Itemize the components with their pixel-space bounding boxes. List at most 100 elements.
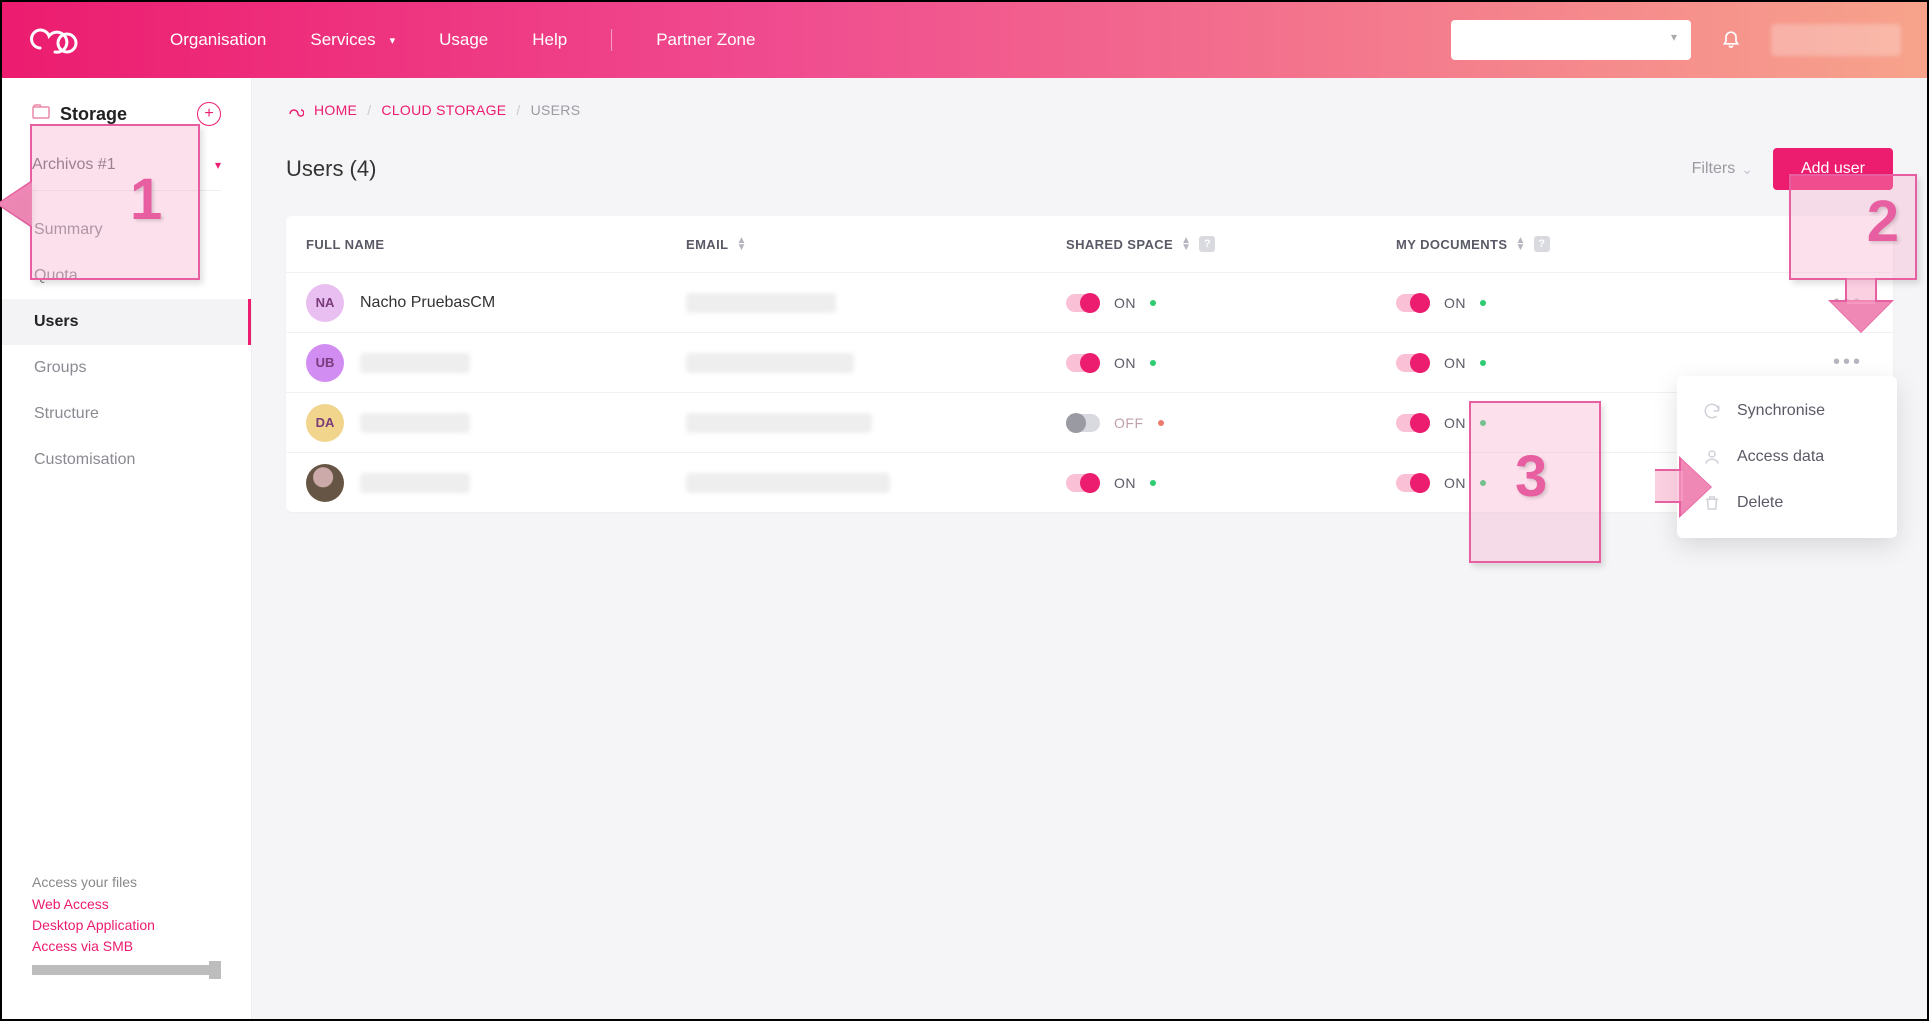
status-dot: [1158, 420, 1164, 426]
toggle-label: ON: [1444, 475, 1466, 491]
email-redacted: [686, 353, 854, 373]
sort-icon: ▲▼: [1181, 237, 1191, 251]
shared-space-toggle[interactable]: ON: [1066, 294, 1396, 312]
annotation-number: 2: [1867, 188, 1899, 255]
sidebar-item-structure[interactable]: Structure: [2, 391, 251, 437]
sort-icon: ▲▼: [1515, 237, 1525, 251]
col-label: MY DOCUMENTS: [1396, 237, 1507, 252]
sidebar-item-users[interactable]: Users: [2, 299, 251, 345]
main-content: HOME / CLOUD STORAGE / USERS Users (4) F…: [252, 78, 1927, 1019]
breadcrumb-home[interactable]: HOME: [314, 102, 357, 118]
user-name-redacted: [360, 413, 470, 433]
col-label: FULL NAME: [306, 237, 384, 252]
toggle-switch[interactable]: [1066, 294, 1100, 312]
toggle-switch[interactable]: [1066, 414, 1100, 432]
link-web-access[interactable]: Web Access: [32, 894, 221, 915]
sidebar-item-customisation[interactable]: Customisation: [2, 437, 251, 483]
annotation-number: 1: [130, 166, 162, 233]
nav-help[interactable]: Help: [532, 30, 567, 50]
annotation-2: 2: [1789, 174, 1917, 280]
status-dot: [1150, 480, 1156, 486]
my-documents-toggle[interactable]: ON: [1396, 354, 1726, 372]
my-documents-toggle[interactable]: ON: [1396, 294, 1726, 312]
shared-space-toggle[interactable]: OFF: [1066, 414, 1396, 432]
status-dot: [1150, 360, 1156, 366]
status-strip: [32, 965, 221, 975]
help-icon[interactable]: ?: [1199, 236, 1215, 252]
org-selector[interactable]: [1451, 20, 1691, 60]
sidebar-footer: Access your files Web Access Desktop App…: [2, 874, 251, 995]
toggle-switch[interactable]: [1396, 414, 1430, 432]
col-label: EMAIL: [686, 237, 728, 252]
col-label: SHARED SPACE: [1066, 237, 1173, 252]
users-table: FULL NAME EMAIL ▲▼ SHARED SPACE ▲▼? MY DOC…: [286, 216, 1893, 512]
shared-space-toggle[interactable]: ON: [1066, 474, 1396, 492]
sort-icon: ▲▼: [736, 237, 746, 251]
bell-icon[interactable]: [1721, 28, 1741, 53]
topbar: Organisation Services Usage Help Partner…: [2, 2, 1927, 78]
footer-header: Access your files: [32, 874, 221, 890]
row-actions-button[interactable]: •••: [1833, 351, 1873, 374]
avatar: DA: [306, 404, 344, 442]
table-row: DA OFF ON •••: [286, 392, 1893, 452]
email-redacted: [686, 473, 890, 493]
table-row: NA Nacho PruebasCM ON ON •••: [286, 272, 1893, 332]
link-smb[interactable]: Access via SMB: [32, 936, 221, 957]
shared-space-toggle[interactable]: ON: [1066, 354, 1396, 372]
user-menu[interactable]: [1771, 24, 1901, 56]
nav-organisation[interactable]: Organisation: [170, 30, 266, 50]
table-header: FULL NAME EMAIL ▲▼ SHARED SPACE ▲▼? MY DOC…: [286, 216, 1893, 272]
home-icon: [286, 102, 304, 118]
nav-partner-zone[interactable]: Partner Zone: [656, 30, 755, 50]
toggle-label: ON: [1114, 475, 1136, 491]
filters-button[interactable]: Filters: [1692, 160, 1753, 178]
status-dot: [1480, 300, 1486, 306]
page-title: Users (4): [286, 156, 376, 182]
logo: [28, 25, 80, 55]
annotation-1: 1: [30, 124, 200, 280]
table-row: UB ON ON •••: [286, 332, 1893, 392]
breadcrumb: HOME / CLOUD STORAGE / USERS: [286, 102, 1893, 118]
nav-services[interactable]: Services: [310, 30, 395, 50]
menu-label: Access data: [1737, 448, 1824, 466]
toggle-label: ON: [1114, 295, 1136, 311]
help-icon[interactable]: ?: [1534, 236, 1550, 252]
breadcrumb-sep: /: [367, 102, 371, 118]
top-nav: Organisation Services Usage Help Partner…: [170, 29, 755, 51]
sidebar-title: Storage: [60, 104, 127, 125]
col-my-documents[interactable]: MY DOCUMENTS ▲▼?: [1396, 236, 1726, 252]
sync-icon: [1703, 402, 1721, 420]
toggle-switch[interactable]: [1396, 354, 1430, 372]
storage-icon: [32, 104, 50, 125]
email-redacted: [686, 293, 836, 313]
breadcrumb-cloud-storage[interactable]: CLOUD STORAGE: [381, 102, 506, 118]
toggle-label: ON: [1114, 355, 1136, 371]
toggle-switch[interactable]: [1396, 474, 1430, 492]
col-email[interactable]: EMAIL ▲▼: [686, 237, 1066, 252]
sidebar-item-groups[interactable]: Groups: [2, 345, 251, 391]
add-storage-button[interactable]: +: [197, 102, 221, 126]
user-name: Nacho PruebasCM: [360, 294, 495, 312]
toggle-label: ON: [1444, 355, 1466, 371]
link-desktop-app[interactable]: Desktop Application: [32, 915, 221, 936]
toggle-label: OFF: [1114, 415, 1144, 431]
breadcrumb-sep: /: [516, 102, 520, 118]
menu-label: Synchronise: [1737, 402, 1825, 420]
status-dot: [1480, 360, 1486, 366]
annotation-number: 3: [1515, 443, 1547, 510]
toggle-switch[interactable]: [1396, 294, 1430, 312]
user-name-redacted: [360, 353, 470, 373]
avatar: NA: [306, 284, 344, 322]
col-full-name[interactable]: FULL NAME: [306, 237, 686, 252]
menu-label: Delete: [1737, 494, 1783, 512]
toggle-switch[interactable]: [1066, 354, 1100, 372]
status-dot: [1150, 300, 1156, 306]
menu-synchronise[interactable]: Synchronise: [1677, 388, 1897, 434]
toggle-label: ON: [1444, 295, 1466, 311]
avatar: [306, 464, 344, 502]
toggle-label: ON: [1444, 415, 1466, 431]
toggle-switch[interactable]: [1066, 474, 1100, 492]
col-shared-space[interactable]: SHARED SPACE ▲▼?: [1066, 236, 1396, 252]
nav-usage[interactable]: Usage: [439, 30, 488, 50]
email-redacted: [686, 413, 872, 433]
